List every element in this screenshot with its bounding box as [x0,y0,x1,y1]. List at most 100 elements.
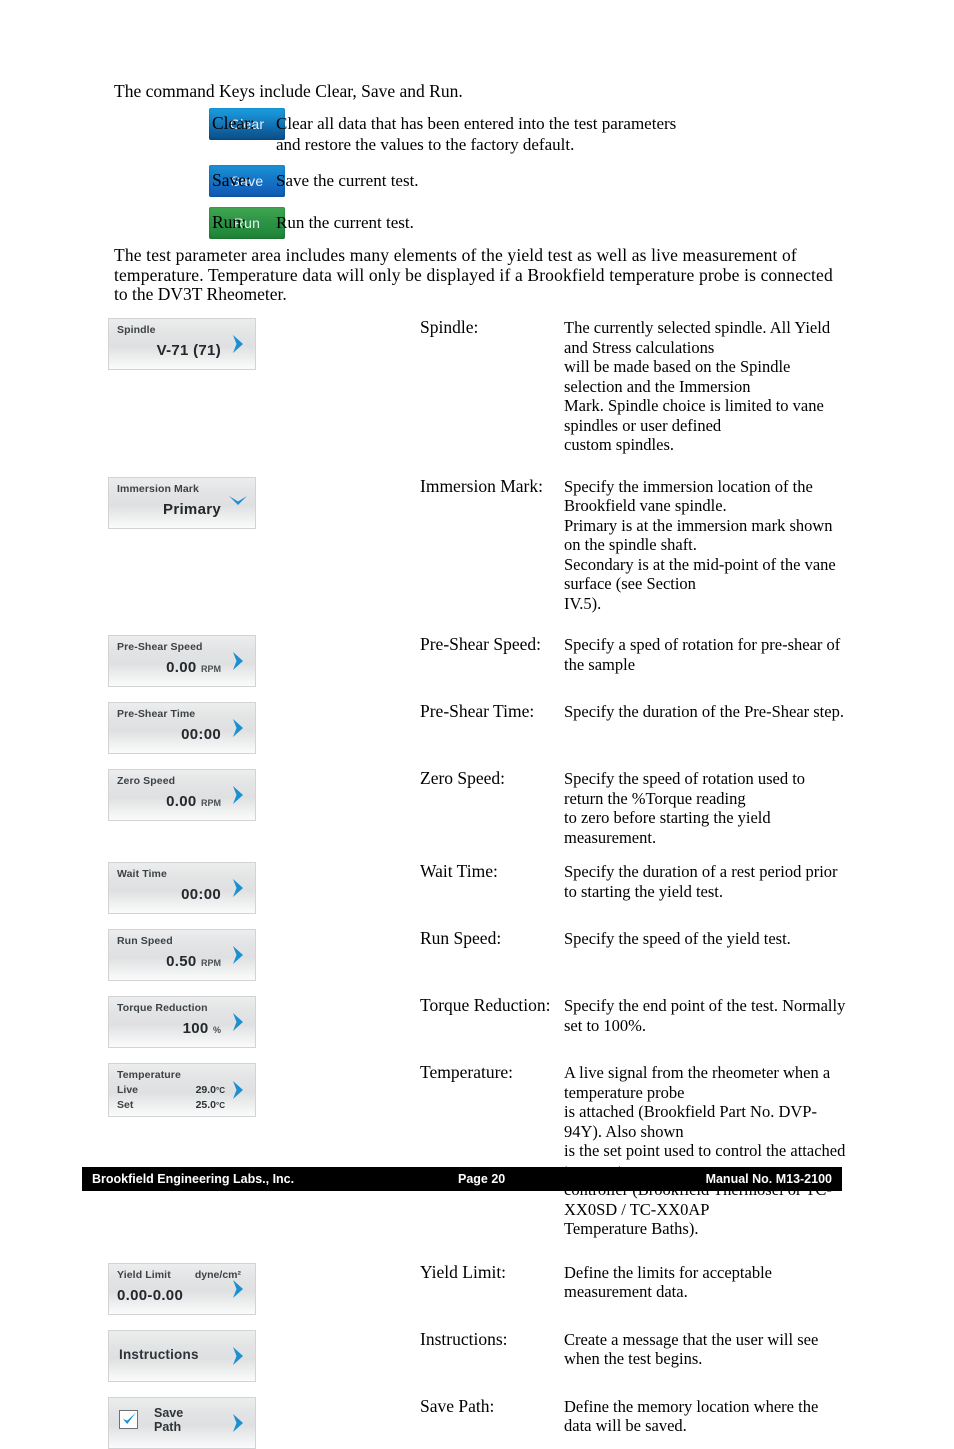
wait-time-widget[interactable]: Wait Time 00:00 [108,862,256,914]
param-label-run-speed: Run Speed: [420,928,502,948]
chevron-right-icon[interactable] [229,1412,247,1434]
desc-line: Specify the end point of the test. Norma… [564,996,846,1035]
torque-reduction-widget-value: 100 % [109,1020,221,1037]
param-label-instructions: Instructions: [420,1328,508,1349]
torque-reduction-widget-title: Torque Reduction [117,1002,208,1014]
save-path-label-line-2: Path [154,1419,182,1434]
chevron-right-icon[interactable] [229,333,247,355]
immersion-mark-widget-value: Primary [163,500,221,518]
param-row-run-speed: Run Speed 0.50 RPM Run Speed: Specify th… [108,928,848,981]
save-path-checkbox[interactable] [119,1410,138,1429]
value-unit: °C [216,1086,225,1095]
save-key-name: Save: [212,170,251,190]
run-key-description: Run the current test. [276,207,854,233]
pre-shear-time-widget-title: Pre-Shear Time [117,708,196,720]
instructions-widget[interactable]: Instructions [108,1329,256,1382]
desc-line: is attached (Brookfield Part No. DVP-94Y… [564,1102,817,1141]
save-path-widget[interactable]: Save Path [108,1396,256,1449]
save-path-widget-cell: Save Path [108,1396,256,1449]
param-desc-torque-reduction: Specify the end point of the test. Norma… [564,996,848,1035]
save-path-inner: Save Path [119,1406,183,1434]
yield-limit-widget-cell: Yield Limit dyne/cm² 0.00-0.00 [108,1262,256,1315]
param-row-torque-reduction: Torque Reduction 100 % Torque Reduction:… [108,995,848,1048]
desc-line: Create a message that the user will see … [564,1329,819,1369]
value-number: 100 [182,1020,209,1037]
wait-time-widget-value: 00:00 [181,886,221,903]
chevron-right-icon[interactable] [229,1278,247,1300]
chevron-right-icon[interactable] [229,784,247,806]
temperature-readout-rows: Live 29.0°C Set 25.0°C [117,1083,225,1113]
desc-line: custom spindles. [564,435,674,454]
intro-text: The command Keys include Clear, Save and… [114,81,463,101]
clear-key-name: Clear: [212,113,255,133]
chevron-right-icon[interactable] [229,1079,247,1101]
run-button-cell: Run [114,207,285,239]
desc-line: Primary is at the immersion mark shown o… [564,515,833,555]
desc-line: Specify the speed of rotation used to re… [564,769,806,808]
clear-desc-line-2: and restore the values to the factory de… [276,135,575,154]
param-label-save-path: Save Path: [420,1395,495,1416]
run-key-name: Run: [212,212,247,232]
desc-line: IV.5). [564,593,602,613]
run-speed-widget[interactable]: Run Speed 0.50 RPM [108,929,256,981]
run-speed-widget-cell: Run Speed 0.50 RPM [108,929,256,981]
param-label-pre-shear-speed: Pre-Shear Speed: [420,634,542,654]
param-label-torque-reduction: Torque Reduction: [420,995,551,1015]
param-row-immersion-mark: Immersion Mark Primary Immersion Mark: S… [108,476,848,614]
clear-desc-line-1: Clear all data that has been entered int… [276,114,677,133]
value-number: 25.0 [195,1099,217,1111]
param-row-temperature: Temperature Live 29.0°C Set 25.0°C Tempe… [108,1062,848,1239]
save-button-cell: Save [114,165,285,197]
chevron-right-icon[interactable] [229,1011,247,1033]
param-desc-pre-shear-time: Specify the duration of the Pre-Shear st… [564,702,848,722]
torque-reduction-widget[interactable]: Torque Reduction 100 % [108,996,256,1048]
run-speed-widget-title: Run Speed [117,935,173,947]
value-unit: % [212,1025,221,1035]
desc-line: to zero before starting the yield measur… [564,808,771,847]
desc-line: Specify a sped of rotation for pre-shear… [564,635,841,674]
pre-shear-speed-widget[interactable]: Pre-Shear Speed 0.00 RPM [108,635,256,687]
chevron-down-icon[interactable] [229,492,247,514]
chevron-right-icon[interactable] [229,877,247,899]
param-row-spindle: Spindle V-71 (71) Spindle: The currently… [108,317,848,455]
value-unit: RPM [201,664,221,674]
immersion-mark-widget[interactable]: Immersion Mark Primary [108,476,256,529]
desc-line: Define the memory location where the dat… [564,1396,819,1436]
instructions-widget-title: Instructions [119,1346,199,1362]
chevron-right-icon[interactable] [229,717,247,739]
param-desc-temperature: A live signal from the rheometer when a … [564,1063,848,1239]
pre-shear-time-widget[interactable]: Pre-Shear Time 00:00 [108,702,256,754]
chevron-right-icon[interactable] [229,944,247,966]
value-unit: RPM [201,958,221,968]
value-number: 0.00 [166,659,197,676]
param-row-pre-shear-speed: Pre-Shear Speed 0.00 RPM Pre-Shear Speed… [108,634,848,687]
zero-speed-widget[interactable]: Zero Speed 0.00 RPM [108,769,256,821]
yield-limit-widget[interactable]: Yield Limit dyne/cm² 0.00-0.00 [108,1262,256,1315]
param-row-yield-limit: Yield Limit dyne/cm² 0.00-0.00 Yield Lim… [108,1262,848,1315]
document-page: The command Keys include Clear, Save and… [0,0,954,1449]
immersion-mark-widget-cell: Immersion Mark Primary [108,476,256,529]
temperature-widget[interactable]: Temperature Live 29.0°C Set 25.0°C [108,1063,256,1117]
yield-limit-widget-value: 0.00-0.00 [117,1286,184,1304]
spindle-widget[interactable]: Spindle V-71 (71) [108,318,256,370]
param-desc-run-speed: Specify the speed of the yield test. [564,929,848,949]
pre-shear-speed-widget-value: 0.00 RPM [109,659,221,676]
param-label-pre-shear-time: Pre-Shear Time: [420,701,535,721]
run-speed-widget-value: 0.50 RPM [109,953,221,970]
param-desc-save-path: Define the memory location where the dat… [564,1397,848,1436]
desc-line: Specify the immersion location of the Br… [564,476,813,516]
run-desc-line-1: Run the current test. [276,213,414,232]
yield-limit-widget-title: Yield Limit [117,1268,171,1281]
clear-button-cell: Clear [114,108,285,140]
save-desc-line-1: Save the current test. [276,171,419,190]
chevron-right-icon[interactable] [229,650,247,672]
desc-line: The currently selected spindle. All Yiel… [564,318,831,357]
command-key-row-clear: Clear Clear: Clear all data that has bee… [114,108,854,155]
value-unit: RPM [201,798,221,808]
footer-manual-number: Manual No. M13-2100 [705,1172,832,1186]
chevron-right-icon[interactable] [229,1345,247,1367]
temperature-set-row: Set 25.0°C [117,1098,225,1113]
param-row-pre-shear-time: Pre-Shear Time 00:00 Pre-Shear Time: Spe… [108,701,848,754]
command-key-row-run: Run Run: Run the current test. [114,207,854,239]
temperature-live-row: Live 29.0°C [117,1083,225,1098]
